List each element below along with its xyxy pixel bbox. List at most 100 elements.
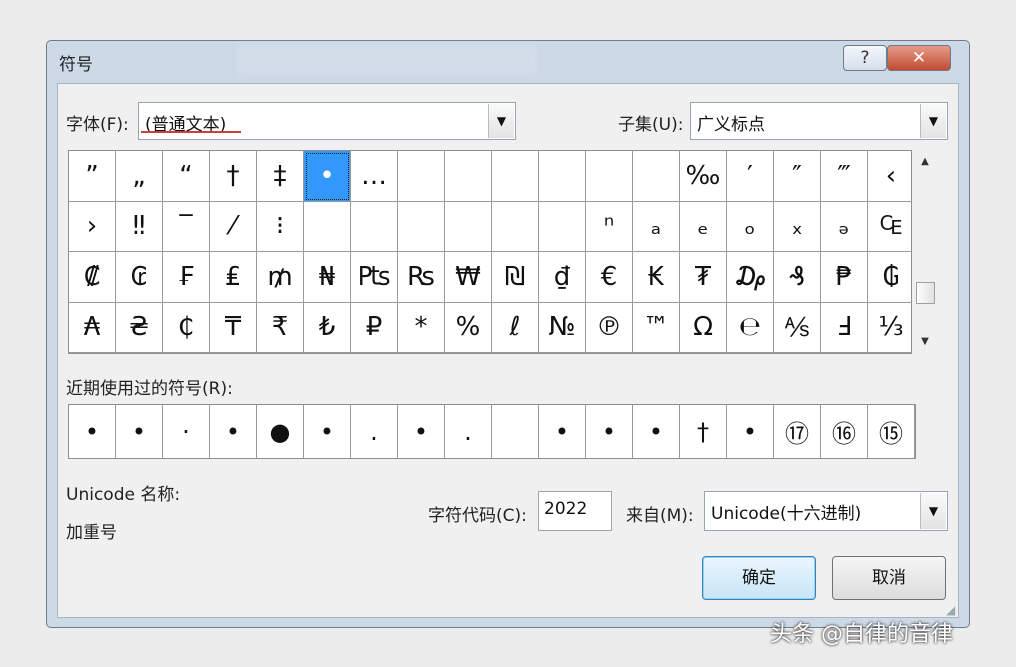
symbol-grid-scrollbar[interactable]: ▲ ▼	[912, 150, 938, 354]
symbol-cell[interactable]: ₲	[868, 252, 915, 303]
symbol-cell[interactable]	[586, 151, 633, 202]
symbol-cell[interactable]: €	[586, 252, 633, 303]
symbol-cell[interactable]: ⅓	[868, 302, 915, 353]
symbol-cell[interactable]: •	[304, 151, 351, 202]
symbol-cell[interactable]: ›	[69, 201, 116, 252]
symbol-cell[interactable]: ⅍	[774, 302, 821, 353]
symbol-cell[interactable]: ₮	[680, 252, 727, 303]
recent-symbol-cell[interactable]: †	[680, 405, 727, 458]
symbol-cell[interactable]: ⁿ	[586, 201, 633, 252]
font-dropdown[interactable]: (普通文本) ▼	[138, 102, 516, 140]
symbol-cell[interactable]	[492, 151, 539, 202]
symbol-cell[interactable]: ‼	[116, 201, 163, 252]
from-dropdown[interactable]: Unicode(十六进制) ▼	[704, 491, 948, 531]
symbol-cell[interactable]: ₫	[539, 252, 586, 303]
scroll-up-icon[interactable]: ▲	[912, 152, 938, 172]
symbol-cell[interactable]: ₐ	[633, 201, 680, 252]
symbol-cell[interactable]: ₓ	[774, 201, 821, 252]
symbol-cell[interactable]	[492, 201, 539, 252]
symbol-cell[interactable]: …	[351, 151, 398, 202]
symbol-cell[interactable]: ₦	[304, 252, 351, 303]
symbol-cell[interactable]: ‡	[257, 151, 304, 202]
recent-symbol-cell[interactable]: •	[69, 405, 116, 458]
symbol-cell[interactable]: ℓ	[492, 302, 539, 353]
title-bar[interactable]: 符号 ? ✕	[47, 41, 969, 83]
symbol-cell[interactable]: ‹	[868, 151, 915, 202]
chevron-down-icon[interactable]: ▼	[920, 104, 946, 138]
symbol-cell[interactable]	[398, 151, 445, 202]
symbol-cell[interactable]: ₢	[116, 252, 163, 303]
symbol-cell[interactable]	[539, 201, 586, 252]
symbol-cell[interactable]: ₵	[163, 302, 210, 353]
symbol-grid[interactable]: ” „ “† ‡ •… ‰ ′ ″ ‴ ‹ › ‼ ‾ ⁄ ⁝ ⁿ ₐ ₑ ₒ ₓ ₔ ₠ ₡ ₢ ₣ ₤ ₥ ₦ ₧ ₨ ₩ ₪ ₫ € ₭ ₮ ₯ ₰…	[68, 150, 915, 354]
symbol-cell[interactable]: ₤	[210, 252, 257, 303]
recent-symbol-cell[interactable]: •	[727, 405, 774, 458]
symbol-cell[interactable]: ₽	[351, 302, 398, 353]
symbol-cell[interactable]: ‴	[821, 151, 868, 202]
symbol-cell[interactable]: ′	[727, 151, 774, 202]
symbol-cell[interactable]: ″	[774, 151, 821, 202]
symbol-cell[interactable]: ₩	[445, 252, 492, 303]
recent-symbol-cell[interactable]: •	[116, 405, 163, 458]
recent-symbol-cell[interactable]: •	[210, 405, 257, 458]
recent-symbol-cell[interactable]	[492, 405, 539, 458]
recent-symbol-cell[interactable]: ●	[257, 405, 304, 458]
symbol-cell[interactable]: ₑ	[680, 201, 727, 252]
chevron-down-icon[interactable]: ▼	[488, 104, 514, 138]
symbol-cell[interactable]: ₣	[163, 252, 210, 303]
symbol-cell[interactable]: ₒ	[727, 201, 774, 252]
symbol-cell[interactable]: †	[210, 151, 257, 202]
symbol-cell[interactable]	[398, 201, 445, 252]
resize-grip-icon[interactable]: ◢	[946, 603, 955, 617]
help-button[interactable]: ?	[843, 45, 887, 71]
symbol-cell[interactable]: %	[445, 302, 492, 353]
symbol-cell[interactable]: Ω	[680, 302, 727, 353]
symbol-cell[interactable]: ₪	[492, 252, 539, 303]
recent-symbols-grid[interactable]: • • · • ● •. •. • • • † • ⑰ ⑯ ⑮	[68, 404, 916, 459]
ok-button[interactable]: 确定	[702, 556, 816, 600]
symbol-cell[interactable]: №	[539, 302, 586, 353]
recent-symbol-cell[interactable]: .	[351, 405, 398, 458]
recent-symbol-cell[interactable]: •	[633, 405, 680, 458]
symbol-cell[interactable]: ₧	[351, 252, 398, 303]
recent-symbol-cell[interactable]: ⑰	[774, 405, 821, 458]
symbol-cell[interactable]: ₭	[633, 252, 680, 303]
symbol-cell[interactable]: ₹	[257, 302, 304, 353]
recent-symbol-cell[interactable]: •	[539, 405, 586, 458]
symbol-cell[interactable]: ℮	[727, 302, 774, 353]
symbol-cell[interactable]: ₰	[774, 252, 821, 303]
symbol-cell[interactable]: ₠	[868, 201, 915, 252]
symbol-cell[interactable]	[304, 201, 351, 252]
symbol-cell[interactable]: ₨	[398, 252, 445, 303]
recent-symbol-cell[interactable]: ⑯	[821, 405, 868, 458]
symbol-cell[interactable]: ₺	[304, 302, 351, 353]
symbol-cell[interactable]: ₯	[727, 252, 774, 303]
subset-dropdown[interactable]: 广义标点 ▼	[690, 102, 948, 140]
recent-symbol-cell[interactable]: •	[304, 405, 351, 458]
symbol-cell[interactable]: ⁝	[257, 201, 304, 252]
symbol-cell[interactable]: “	[163, 151, 210, 202]
recent-symbol-cell[interactable]: ·	[163, 405, 210, 458]
char-code-input[interactable]: 2022	[538, 491, 612, 531]
symbol-cell[interactable]: „	[116, 151, 163, 202]
symbol-cell[interactable]: ”	[69, 151, 116, 202]
recent-symbol-cell[interactable]: ⑮	[868, 405, 915, 458]
recent-symbol-cell[interactable]: •	[398, 405, 445, 458]
symbol-cell[interactable]: ⁄	[210, 201, 257, 252]
cancel-button[interactable]: 取消	[832, 556, 946, 600]
symbol-cell[interactable]	[633, 151, 680, 202]
chevron-down-icon[interactable]: ▼	[920, 493, 946, 529]
symbol-cell[interactable]: ₸	[210, 302, 257, 353]
symbol-cell[interactable]: ₥	[257, 252, 304, 303]
symbol-cell[interactable]: ₔ	[821, 201, 868, 252]
symbol-cell[interactable]	[351, 201, 398, 252]
recent-symbol-cell[interactable]: •	[586, 405, 633, 458]
symbol-cell[interactable]	[539, 151, 586, 202]
recent-symbol-cell[interactable]: .	[445, 405, 492, 458]
symbol-cell[interactable]: ‾	[163, 201, 210, 252]
symbol-cell[interactable]: ‰	[680, 151, 727, 202]
symbol-cell[interactable]: ₱	[821, 252, 868, 303]
symbol-cell[interactable]: Ⅎ	[821, 302, 868, 353]
scroll-down-icon[interactable]: ▼	[912, 332, 938, 352]
symbol-cell[interactable]: ₴	[116, 302, 163, 353]
